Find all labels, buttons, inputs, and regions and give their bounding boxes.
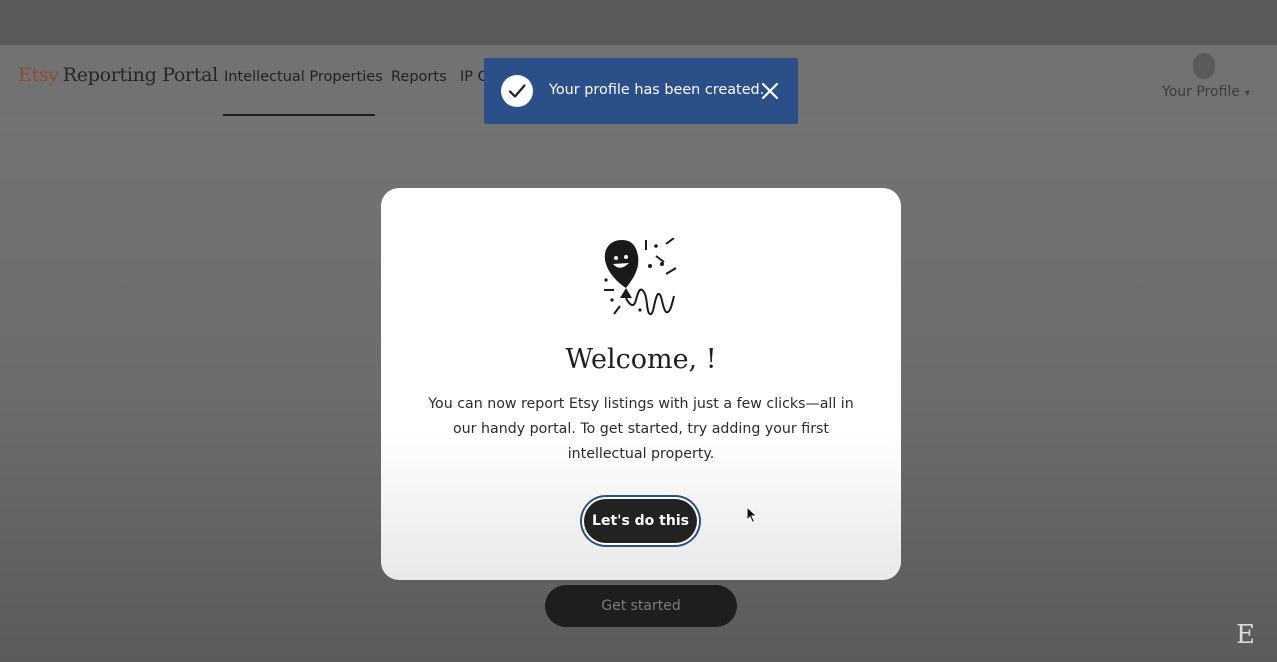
mouse-cursor-icon — [746, 506, 758, 524]
balloon-celebration-icon — [604, 238, 677, 316]
profile-menu[interactable]: Your Profile ▾ — [1162, 84, 1250, 100]
close-icon[interactable] — [761, 82, 779, 100]
brand-logo[interactable]: Etsy Reporting Portal — [18, 64, 218, 86]
check-circle-icon — [501, 75, 533, 107]
modal-title: Welcome, ! — [565, 344, 717, 375]
brand-portal: Reporting Portal — [62, 64, 218, 86]
caret-down-icon: ▾ — [1244, 88, 1250, 99]
active-tab-underline — [223, 114, 375, 116]
success-toast: Your profile has been created. — [484, 58, 798, 124]
toast-message: Your profile has been created. — [549, 82, 765, 98]
lets-do-this-button[interactable]: Let's do this — [584, 499, 697, 543]
welcome-modal: Welcome, ! You can now report Etsy listi… — [381, 188, 901, 580]
top-strip — [0, 0, 1277, 45]
avatar[interactable] — [1193, 53, 1215, 79]
modal-message: You can now report Etsy listings with ju… — [428, 396, 854, 462]
nav-reports[interactable]: Reports — [391, 69, 447, 85]
profile-label: Your Profile — [1162, 84, 1240, 100]
nav-intellectual-properties[interactable]: Intellectual Properties — [224, 69, 383, 85]
get-started-button[interactable]: Get started — [545, 585, 737, 627]
nav-ip-c[interactable]: IP C — [460, 69, 484, 85]
brand-etsy: Etsy — [18, 64, 59, 86]
etsy-e-logo: E — [1236, 620, 1255, 650]
